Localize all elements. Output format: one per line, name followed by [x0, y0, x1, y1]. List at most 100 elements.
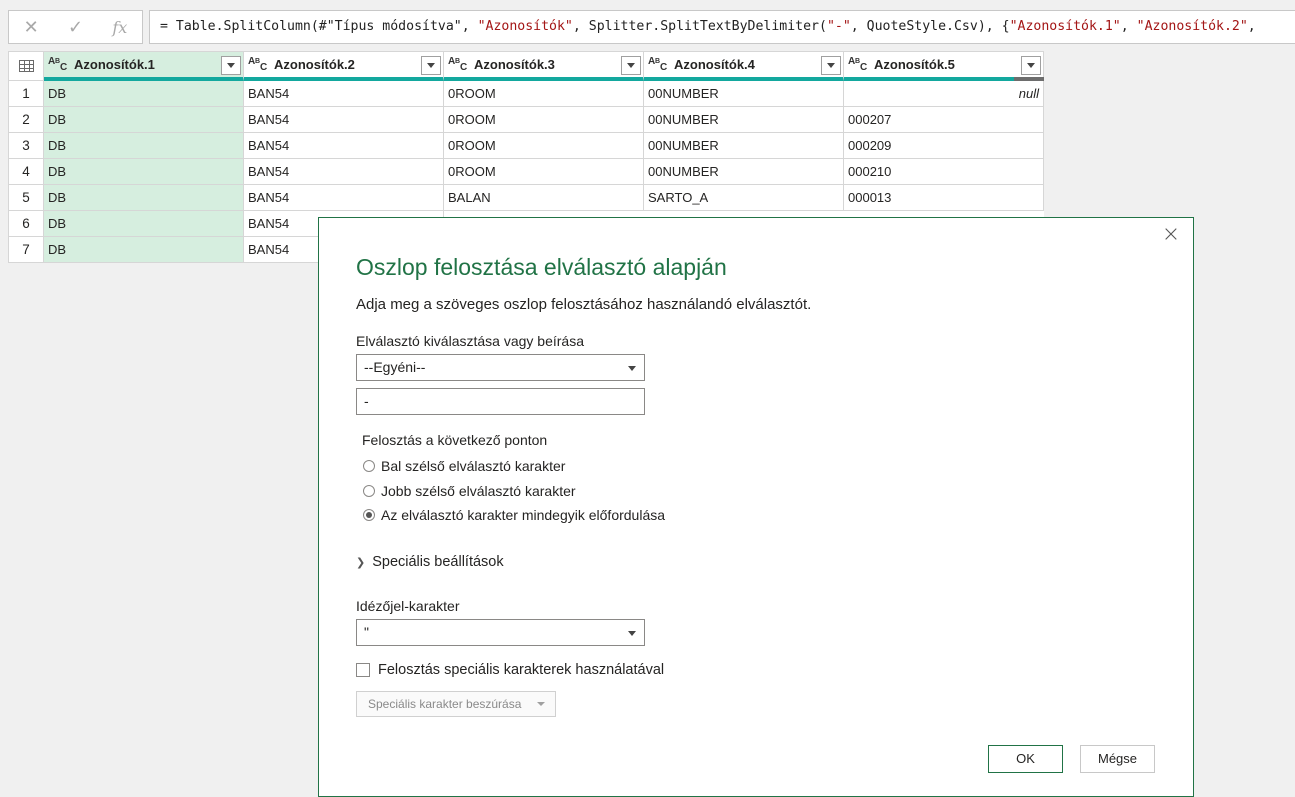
split-option-label: Bal szélső elválasztó karakter: [381, 458, 566, 474]
column-header[interactable]: A B C Azonosítók.1: [44, 51, 244, 81]
table-cell[interactable]: BAN54: [244, 107, 444, 133]
table-cell[interactable]: DB: [44, 159, 244, 185]
radio-button[interactable]: [363, 460, 375, 472]
formula-input[interactable]: = Table.SplitColumn(#"Típus módosítva", …: [149, 10, 1295, 44]
table-row: 5 DB BAN54 BALAN SARTO_A 000013: [8, 185, 1044, 211]
text-type-icon[interactable]: ABC: [48, 56, 70, 74]
filter-dropdown-icon[interactable]: [621, 56, 641, 75]
table-cell[interactable]: BAN54: [244, 133, 444, 159]
row-number[interactable]: 2: [8, 107, 44, 133]
filter-dropdown-icon[interactable]: [1021, 56, 1041, 75]
column-header[interactable]: A B C Azonosítók.5: [844, 51, 1044, 81]
formula-buttons: ✕ ✓ fx: [8, 10, 143, 44]
text-type-icon[interactable]: ABC: [448, 56, 470, 74]
table-cell[interactable]: 0ROOM: [444, 159, 644, 185]
row-number[interactable]: 6: [8, 211, 44, 237]
table-cell[interactable]: DB: [44, 81, 244, 107]
filter-dropdown-icon[interactable]: [221, 56, 241, 75]
special-chars-checkbox[interactable]: [356, 663, 370, 677]
row-number[interactable]: 5: [8, 185, 44, 211]
cancel-icon[interactable]: ✕: [16, 17, 46, 38]
row-number[interactable]: 3: [8, 133, 44, 159]
insert-special-char-label: Speciális karakter beszúrása: [368, 697, 522, 711]
table-cell[interactable]: BAN54: [244, 81, 444, 107]
quote-char-select[interactable]: ": [356, 619, 645, 646]
formula-bar: ✕ ✓ fx = Table.SplitColumn(#"Típus módos…: [0, 0, 1295, 48]
formula-code: = Table.SplitColumn(#"Típus módosítva",: [160, 19, 478, 34]
table-cell[interactable]: BAN54: [244, 185, 444, 211]
split-at-label: Felosztás a következő ponton: [362, 432, 548, 448]
quote-char-label: Idézőjel-karakter: [356, 598, 460, 614]
radio-button[interactable]: [363, 485, 375, 497]
radio-button[interactable]: [363, 509, 375, 521]
table-cell[interactable]: DB: [44, 211, 244, 237]
row-number[interactable]: 4: [8, 159, 44, 185]
dialog-subtitle: Adja meg a szöveges oszlop felosztásához…: [356, 296, 812, 313]
column-header[interactable]: A B C Azonosítók.2: [244, 51, 444, 81]
delimiter-label: Elválasztó kiválasztása vagy beírása: [356, 333, 584, 349]
split-option[interactable]: Bal szélső elválasztó karakter: [363, 458, 565, 474]
formula-code: , QuoteStyle.Csv), {: [850, 19, 1010, 34]
text-type-icon[interactable]: ABC: [248, 56, 270, 74]
delimiter-input[interactable]: -: [356, 388, 645, 415]
close-icon[interactable]: ×: [1159, 224, 1183, 248]
table-cell[interactable]: 000209: [844, 133, 1044, 159]
column-header[interactable]: A B C Azonosítók.3: [444, 51, 644, 81]
split-column-dialog: × Oszlop felosztása elválasztó alapján A…: [318, 217, 1194, 797]
fx-icon[interactable]: fx: [105, 18, 135, 37]
delimiter-select-value: --Egyéni--: [364, 359, 426, 375]
split-option[interactable]: Az elválasztó karakter mindegyik előford…: [363, 507, 665, 523]
table-cell[interactable]: 00NUMBER: [644, 159, 844, 185]
table-cell[interactable]: BAN54: [244, 159, 444, 185]
column-header[interactable]: A B C Azonosítók.4: [644, 51, 844, 81]
table-menu-button[interactable]: [8, 51, 44, 81]
special-chars-option[interactable]: Felosztás speciális karakterek használat…: [356, 662, 664, 678]
table-cell[interactable]: 0ROOM: [444, 107, 644, 133]
filter-dropdown-icon[interactable]: [821, 56, 841, 75]
quote-char-value: ": [364, 624, 369, 640]
delimiter-select[interactable]: --Egyéni--: [356, 354, 645, 381]
column-title: Azonosítók.2: [274, 57, 355, 72]
table-cell[interactable]: DB: [44, 237, 244, 263]
table-cell[interactable]: BALAN: [444, 185, 644, 211]
table-cell[interactable]: 000210: [844, 159, 1044, 185]
formula-string-literal: "-": [826, 19, 851, 34]
formula-string-literal: "Azonosítók.1": [1009, 19, 1121, 34]
row-number[interactable]: 7: [8, 237, 44, 263]
table-cell[interactable]: 00NUMBER: [644, 133, 844, 159]
ok-button[interactable]: OK: [988, 745, 1063, 773]
text-type-icon[interactable]: ABC: [848, 56, 870, 74]
table-cell[interactable]: DB: [44, 185, 244, 211]
dialog-title: Oszlop felosztása elválasztó alapján: [356, 254, 727, 280]
cancel-button[interactable]: Mégse: [1080, 745, 1155, 773]
chevron-down-icon: [628, 366, 636, 371]
table-row: 1 DB BAN54 0ROOM 00NUMBER null: [8, 81, 1044, 107]
formula-code: , Splitter.SplitTextByDelimiter(: [572, 19, 827, 34]
split-option[interactable]: Jobb szélső elválasztó karakter: [363, 483, 576, 499]
table-cell[interactable]: 000013: [844, 185, 1044, 211]
table-cell[interactable]: SARTO_A: [644, 185, 844, 211]
chevron-down-icon: [628, 631, 636, 636]
table-cell[interactable]: 00NUMBER: [644, 81, 844, 107]
chevron-right-icon: ❯: [356, 556, 366, 569]
commit-icon[interactable]: ✓: [60, 17, 90, 38]
chevron-down-icon: [537, 702, 545, 706]
table-cell[interactable]: 000207: [844, 107, 1044, 133]
table-cell[interactable]: 0ROOM: [444, 81, 644, 107]
table-cell[interactable]: 0ROOM: [444, 133, 644, 159]
filter-dropdown-icon[interactable]: [421, 56, 441, 75]
table-cell[interactable]: DB: [44, 133, 244, 159]
special-chars-label: Felosztás speciális karakterek használat…: [378, 662, 665, 678]
advanced-options-label: Speciális beállítások: [372, 554, 504, 570]
table-cell[interactable]: DB: [44, 107, 244, 133]
table-cell[interactable]: 00NUMBER: [644, 107, 844, 133]
insert-special-char-button: Speciális karakter beszúrása: [356, 691, 556, 717]
advanced-options-expander[interactable]: ❯ Speciális beállítások: [356, 554, 504, 570]
column-title: Azonosítók.4: [674, 57, 755, 72]
table-row: 4 DB BAN54 0ROOM 00NUMBER 000210: [8, 159, 1044, 185]
column-title: Azonosítók.3: [474, 57, 555, 72]
table-row: 3 DB BAN54 0ROOM 00NUMBER 000209: [8, 133, 1044, 159]
text-type-icon[interactable]: ABC: [648, 56, 670, 74]
row-number[interactable]: 1: [8, 81, 44, 107]
table-cell[interactable]: null: [844, 81, 1044, 107]
